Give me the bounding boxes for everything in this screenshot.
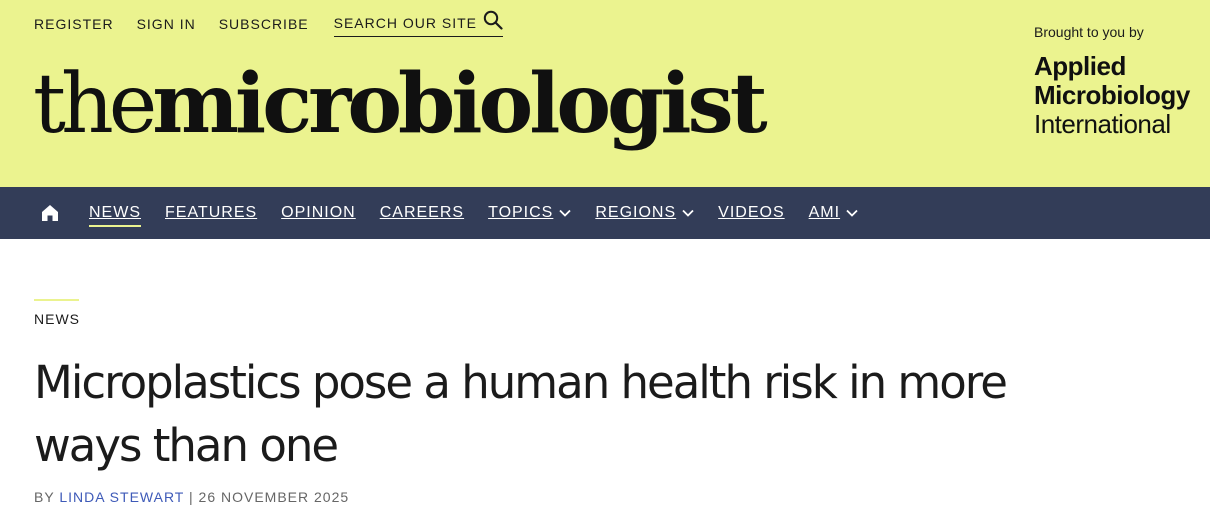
search-icon <box>477 10 503 35</box>
author-link[interactable]: LINDA STEWART <box>59 489 184 505</box>
subscribe-link[interactable]: SUBSCRIBE <box>219 13 309 35</box>
nav-careers-label: CAREERS <box>379 204 465 221</box>
nav-ami-label: AMI <box>808 204 841 221</box>
logo-microbiologist: microbiologist <box>152 56 767 152</box>
utility-bar: REGISTER SIGN IN SUBSCRIBE SEARCH OUR SI… <box>34 10 503 37</box>
nav-careers[interactable]: CAREERS <box>380 187 464 239</box>
masthead: REGISTER SIGN IN SUBSCRIBE SEARCH OUR SI… <box>0 0 1210 187</box>
search-label: SEARCH OUR SITE <box>333 14 477 31</box>
sponsor-caption: Brought to you by <box>1034 24 1144 40</box>
article-header: NEWS Microplastics pose a human health r… <box>34 299 1034 505</box>
nav-ami[interactable]: AMI <box>809 187 858 239</box>
section-rule <box>34 299 79 301</box>
nav-videos-label: VIDEOS <box>718 204 785 221</box>
byline-prefix: BY <box>34 489 55 505</box>
sponsor-line-international: International <box>1034 109 1171 139</box>
nav-news[interactable]: NEWS <box>89 187 141 239</box>
nav-videos[interactable]: VIDEOS <box>718 187 784 239</box>
article-headline: Microplastics pose a human health risk i… <box>34 356 1008 472</box>
byline: BY LINDA STEWART | 26 NOVEMBER 2025 <box>34 489 1034 505</box>
section-label: NEWS <box>34 311 80 327</box>
home-icon[interactable] <box>40 202 62 224</box>
nav-regions-label: REGIONS <box>595 204 677 221</box>
sponsor-block: Brought to you by Applied Microbiology I… <box>1034 24 1190 139</box>
byline-separator: | <box>189 489 194 505</box>
main-nav: NEWS FEATURES OPINION CAREERS TOPICS REG… <box>0 187 1210 239</box>
nav-topics-label: TOPICS <box>488 204 554 221</box>
search-site-button[interactable]: SEARCH OUR SITE <box>333 10 503 37</box>
sponsor-line-applied: Applied <box>1034 51 1126 81</box>
sign-in-link[interactable]: SIGN IN <box>137 13 196 35</box>
publish-date: 26 NOVEMBER 2025 <box>198 489 350 505</box>
nav-opinion[interactable]: OPINION <box>281 187 356 239</box>
chevron-down-icon <box>846 209 858 217</box>
register-link[interactable]: REGISTER <box>34 13 114 35</box>
sponsor-logo[interactable]: Applied Microbiology International <box>1034 52 1190 139</box>
nav-regions[interactable]: REGIONS <box>595 187 694 239</box>
nav-opinion-label: OPINION <box>281 204 356 221</box>
nav-features-label: FEATURES <box>165 204 258 221</box>
chevron-down-icon <box>559 209 571 217</box>
chevron-down-icon <box>682 209 694 217</box>
logo-the: the <box>33 57 157 152</box>
sponsor-line-microbiology: Microbiology <box>1034 80 1190 110</box>
nav-news-label: NEWS <box>89 204 141 221</box>
nav-features[interactable]: FEATURES <box>165 187 257 239</box>
nav-topics[interactable]: TOPICS <box>488 187 571 239</box>
site-logo[interactable]: themicrobiologist <box>33 56 768 166</box>
